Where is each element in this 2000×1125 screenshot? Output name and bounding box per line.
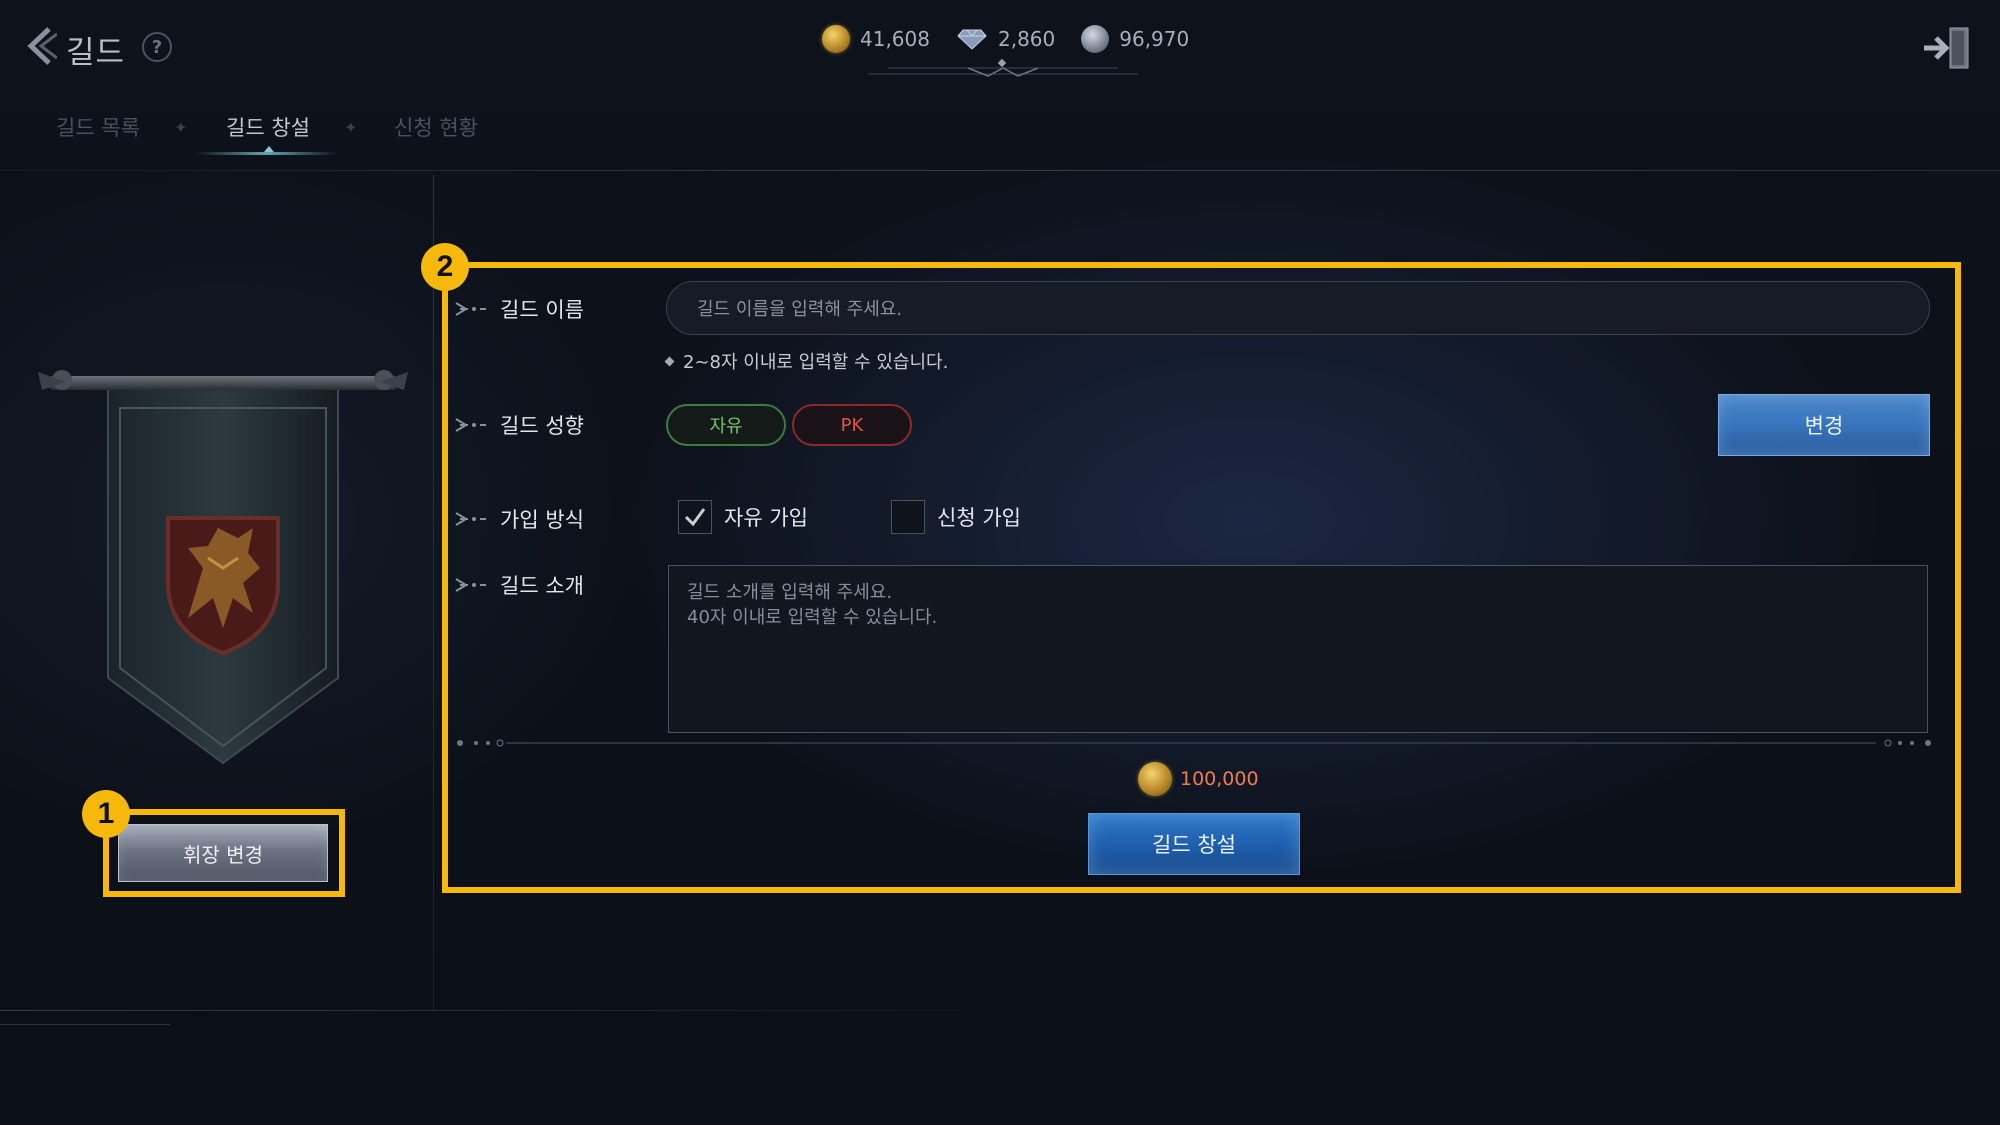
exit-button[interactable] (1922, 26, 1972, 70)
active-tab-underline (196, 152, 338, 155)
tab-guild-list[interactable]: 길드 목록 (56, 112, 140, 142)
gold-amount: 41,608 (860, 27, 930, 51)
currency-bar: 41,608 2,860 96,970 (822, 22, 1205, 56)
tab-guild-create[interactable]: 길드 창설 (226, 112, 310, 142)
silver-coin-icon (1081, 25, 1110, 53)
footer-divider (0, 1010, 960, 1011)
footer-divider-accent (0, 1024, 170, 1025)
tab-separator-icon: ✦ (174, 118, 188, 137)
highlight-badge-1: 1 (82, 790, 130, 838)
highlight-box-1 (103, 809, 345, 897)
gold-coin-icon (822, 25, 850, 53)
highlight-badge-2: 2 (421, 243, 469, 291)
diamond-amount: 2,860 (997, 27, 1056, 51)
guild-emblem-banner (38, 370, 408, 765)
exit-door-icon (1924, 27, 1969, 69)
diamond-icon (956, 26, 988, 52)
back-arrow-icon (27, 27, 57, 65)
silver-amount: 96,970 (1119, 27, 1190, 51)
header-divider (0, 170, 2000, 171)
panel-divider (433, 175, 434, 1010)
active-tab-indicator (264, 146, 274, 152)
page-title: 길드 (66, 35, 126, 71)
tab-application-status[interactable]: 신청 현황 (394, 112, 478, 142)
top-bar: 길드 ? 41,608 2,860 96,970 (0, 0, 2000, 90)
tab-bar: 길드 목록 ✦ 길드 창설 ✦ 신청 현황 (0, 100, 1040, 160)
back-button[interactable] (20, 24, 60, 68)
highlight-box-2 (442, 262, 1961, 893)
tab-separator-icon: ✦ (344, 118, 358, 137)
help-button[interactable]: ? (142, 32, 172, 62)
currency-ornament (868, 58, 1138, 77)
